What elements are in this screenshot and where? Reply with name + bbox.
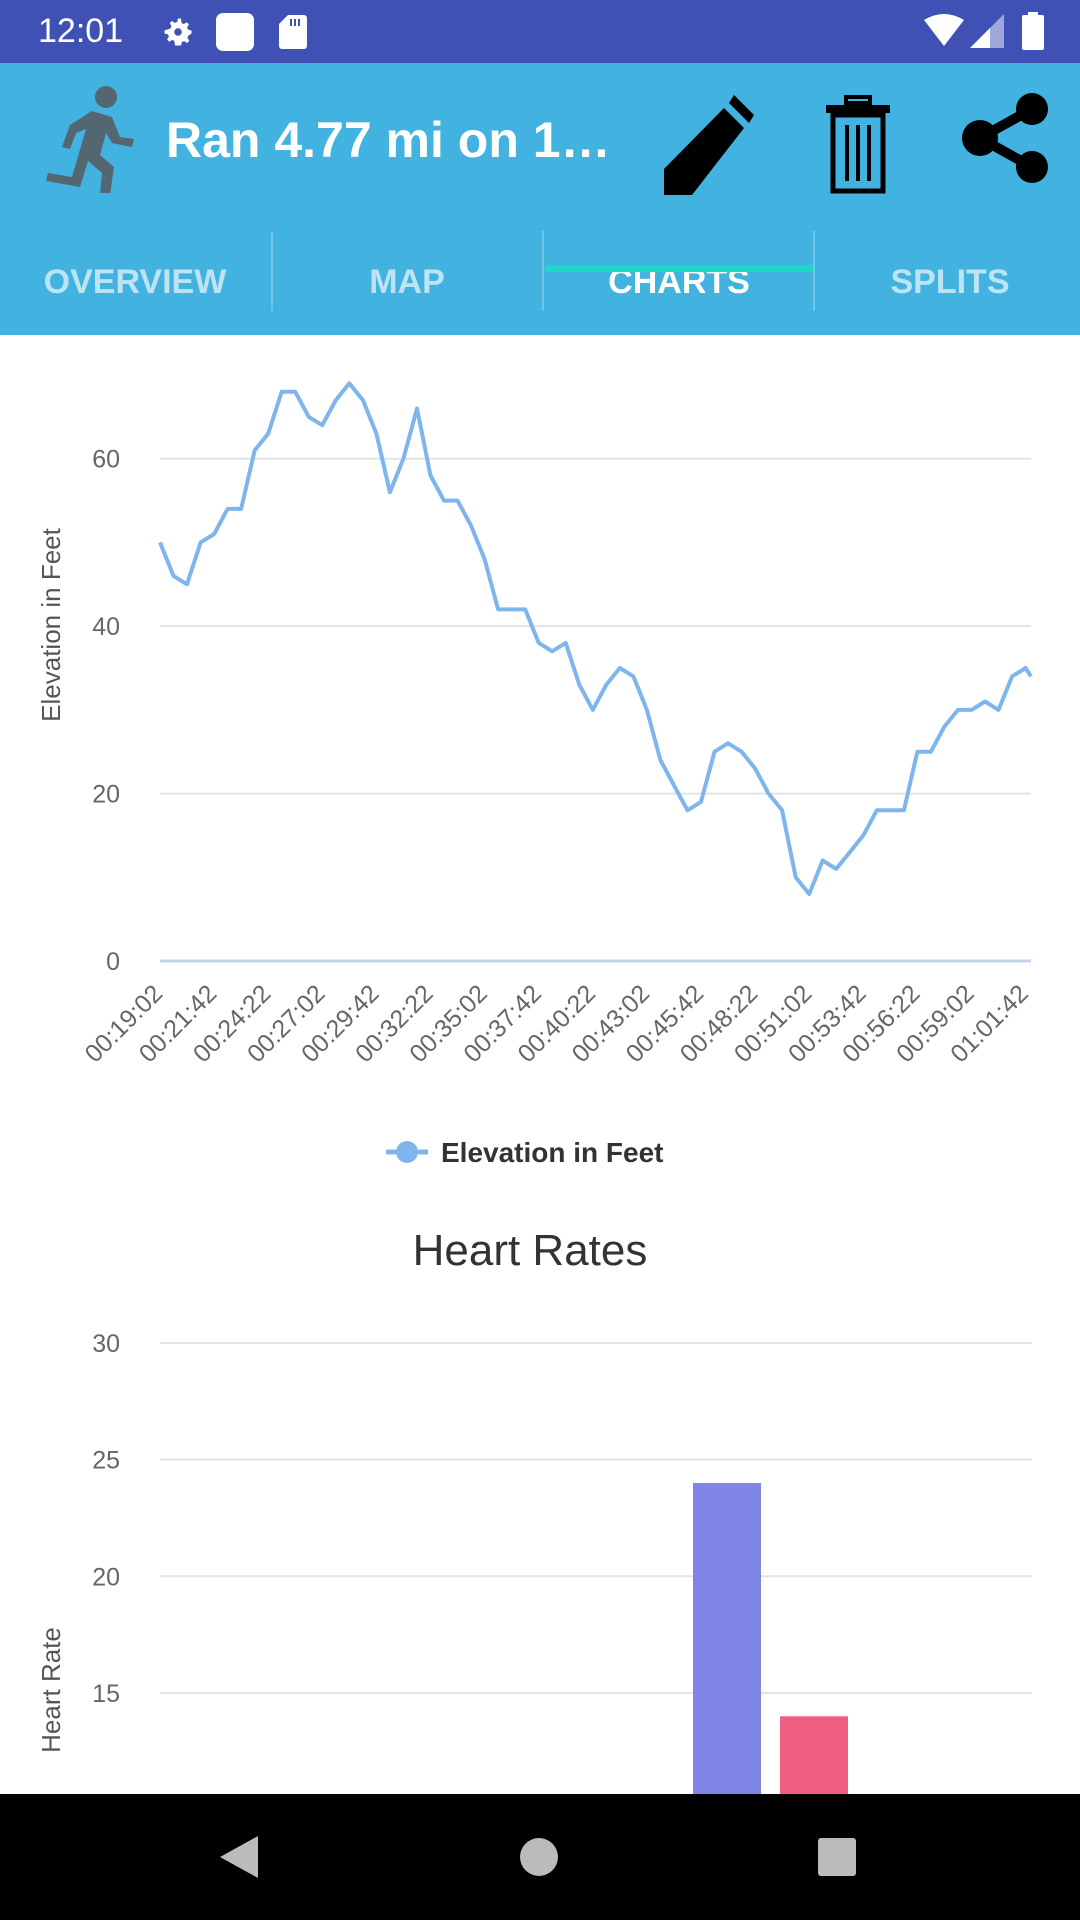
tab-indicator [545, 265, 813, 272]
tab-charts[interactable]: CHARTS [544, 230, 814, 335]
legend: Elevation in Feet [386, 1137, 664, 1168]
y-tick-label: 20 [92, 781, 120, 809]
y-axis-label: Elevation in Feet [36, 527, 66, 721]
y-tick-label: 60 [92, 446, 120, 474]
tab-divider [813, 231, 815, 311]
cell-signal-icon [970, 14, 1004, 48]
activity-title: Ran 4.77 mi on 1… [166, 112, 611, 168]
heart-rate-bar [693, 1482, 761, 1794]
y-axis-label: Heart Rate [36, 1627, 66, 1753]
running-man-icon [46, 86, 134, 193]
tab-divider [271, 231, 273, 311]
elevation-series-line [158, 381, 1033, 896]
tab-bar: OVERVIEW MAP CHARTS SPLITS [0, 230, 1080, 335]
edit-pencil-icon[interactable] [664, 95, 754, 195]
delete-trash-icon[interactable] [826, 95, 890, 195]
y-tick-label: 15 [92, 1680, 120, 1708]
tab-map[interactable]: MAP [272, 230, 542, 335]
status-bar: 12:01 [0, 0, 1080, 63]
elevation-chart: Elevation in Feet 020406000:19:0200:21:4… [36, 381, 1034, 1168]
recents-icon[interactable] [818, 1838, 856, 1876]
back-icon[interactable] [218, 1834, 260, 1880]
y-tick-label: 20 [92, 1563, 120, 1591]
tab-divider [542, 231, 544, 311]
home-icon[interactable] [520, 1838, 558, 1876]
y-tick-label: 25 [92, 1447, 120, 1475]
battery-icon [1022, 12, 1044, 50]
sim-card-icon [216, 13, 254, 51]
heart-rate-chart: Heart Rates 15 20 25 30 Heart Rate [36, 1226, 1032, 1794]
y-tick-label: 40 [92, 613, 120, 641]
tab-overview[interactable]: OVERVIEW [0, 230, 270, 335]
heart-rate-bar [780, 1716, 848, 1794]
wifi-icon [924, 14, 964, 46]
sd-card-icon [279, 15, 307, 49]
app-bar: Ran 4.77 mi on 1… OVERVIEW MAP CHARTS SP… [0, 63, 1080, 335]
gear-icon [164, 18, 192, 46]
y-tick-label: 30 [92, 1330, 120, 1358]
legend-label: Elevation in Feet [441, 1137, 664, 1168]
legend-marker-icon [396, 1141, 418, 1163]
share-icon[interactable] [962, 93, 1050, 183]
chart-title: Heart Rates [413, 1226, 648, 1275]
tab-splits[interactable]: SPLITS [815, 230, 1080, 335]
y-tick-label: 0 [106, 948, 120, 976]
status-time: 12:01 [38, 12, 124, 50]
navigation-bar [0, 1794, 1080, 1920]
